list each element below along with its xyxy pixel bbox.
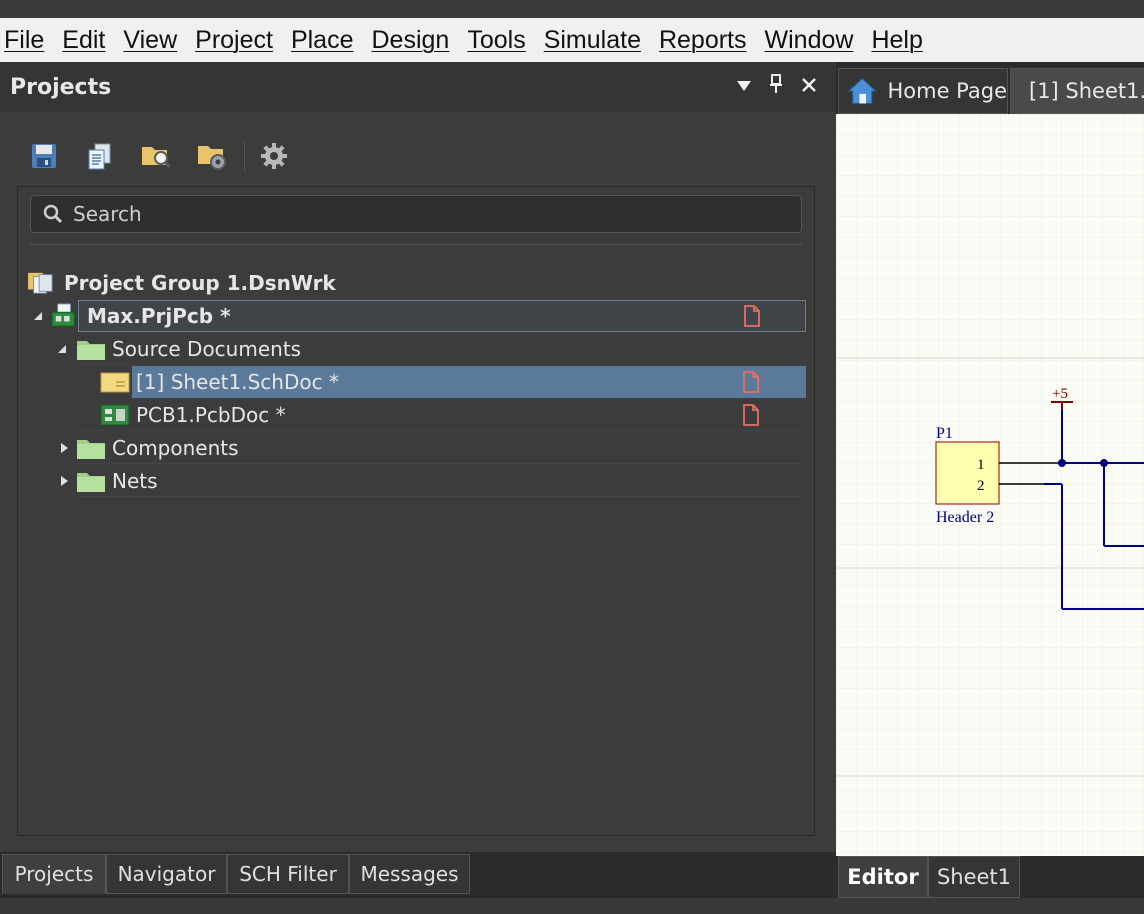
folder-icon [77,440,105,459]
component-comment: Header 2 [936,509,994,526]
tree-item-pcb1[interactable]: PCB1.PcbDoc * [18,399,814,431]
components-label: Components [112,436,239,460]
altium-window: File Edit View Project Place Design Tool… [0,0,1144,914]
search-icon [43,204,63,224]
gear-icon[interactable] [256,138,292,174]
expand-arrow-icon[interactable] [58,442,70,454]
tab-editor[interactable]: Editor [838,856,928,898]
sheet1-label: [1] Sheet1.SchDoc * [136,370,339,394]
source-documents-label: Source Documents [112,337,302,361]
menu-window[interactable]: Window [765,26,854,55]
folder-settings-icon[interactable] [194,138,230,174]
title-bar [0,0,1144,18]
tree-item-source-documents[interactable]: Source Documents [18,333,814,365]
menu-bar: File Edit View Project Place Design Tool… [0,18,1144,62]
project-tree: Project Group 1.DsnWrk Max.PrjPcb * Sour… [17,186,815,836]
panel-tabs: Projects Navigator SCH Filter Messages [0,852,836,898]
sheet1-tab-label: [1] Sheet1.SchDoc [1029,79,1144,103]
close-icon[interactable] [797,74,821,98]
junction-dot [1058,459,1066,467]
row-divider [78,430,802,431]
menu-tools[interactable]: Tools [467,26,525,55]
projects-panel: Projects Search Project Group 1.DsnWrk M… [0,62,836,852]
search-box[interactable] [30,195,802,233]
pcb-project-icon [51,303,75,327]
panel-header: Projects [0,62,836,112]
folder-icon [77,473,105,492]
document-tabs: Home Page [1] Sheet1.SchDoc [836,62,1144,114]
menu-edit[interactable]: Edit [62,26,105,55]
tree-item-sheet1[interactable]: [1] Sheet1.SchDoc * [132,366,806,398]
save-icon[interactable] [26,138,62,174]
folder-icon [77,341,105,360]
copy-documents-icon[interactable] [82,138,118,174]
menu-project[interactable]: Project [195,26,273,55]
editor-tabs: Editor Sheet1 [836,856,1144,898]
tab-sheet1[interactable]: Sheet1 [928,856,1020,898]
pin1-number: 1 [977,457,985,473]
panel-title: Projects [10,74,112,100]
pin2-number: 2 [977,478,985,494]
menu-help[interactable]: Help [871,26,922,55]
row-divider [78,496,802,497]
home-icon [847,77,877,104]
tree-item-components[interactable]: Components [18,432,814,464]
schematic-canvas[interactable]: P1 Header 2 1 2 +5 [836,114,1144,856]
tab-navigator[interactable]: Navigator [106,854,227,894]
power-port-label: +5 [1052,386,1068,402]
search-divider [30,244,802,245]
tab-home-page[interactable]: Home Page [838,68,1008,114]
menu-place[interactable]: Place [291,26,354,55]
tree-item-project-group[interactable]: Project Group 1.DsnWrk [18,267,814,299]
pin-icon[interactable] [764,74,788,98]
dropdown-arrow-icon[interactable] [732,74,756,98]
tab-messages[interactable]: Messages [349,854,470,894]
tab-sheet1-schdoc[interactable]: [1] Sheet1.SchDoc [1010,68,1144,114]
component-designator: P1 [936,425,953,442]
menu-view[interactable]: View [123,26,177,55]
status-bar [0,898,1144,914]
nets-label: Nets [112,469,158,493]
header-component-body[interactable] [935,441,1000,505]
panel-toolbar [0,132,836,182]
toolbar-separator [244,142,245,172]
project-group-label: Project Group 1.DsnWrk [64,271,336,295]
project-group-icon [28,272,53,294]
menu-reports[interactable]: Reports [659,26,747,55]
tree-item-project[interactable]: Max.PrjPcb * [78,300,806,332]
menu-design[interactable]: Design [372,26,450,55]
junction-dot [1100,459,1108,467]
search-input[interactable] [73,202,773,226]
project-label: Max.PrjPcb * [87,304,231,328]
tree-item-nets[interactable]: Nets [18,465,814,497]
modified-document-icon [743,371,759,393]
row-divider [78,463,802,464]
collapse-arrow-icon[interactable] [56,343,68,355]
row-divider [78,364,802,365]
menu-file[interactable]: File [4,26,44,55]
home-page-label: Home Page [887,79,1007,103]
pcb1-label: PCB1.PcbDoc * [136,403,286,427]
modified-document-icon [743,404,759,426]
expand-arrow-icon[interactable] [58,475,70,487]
pcb-document-icon [100,404,130,426]
menu-simulate[interactable]: Simulate [544,26,641,55]
schematic-document-icon [100,372,130,393]
tab-sch-filter[interactable]: SCH Filter [227,854,349,894]
folder-search-icon[interactable] [138,138,174,174]
modified-document-icon [744,305,760,327]
collapse-arrow-icon[interactable] [32,310,44,322]
tab-projects[interactable]: Projects [2,854,106,894]
